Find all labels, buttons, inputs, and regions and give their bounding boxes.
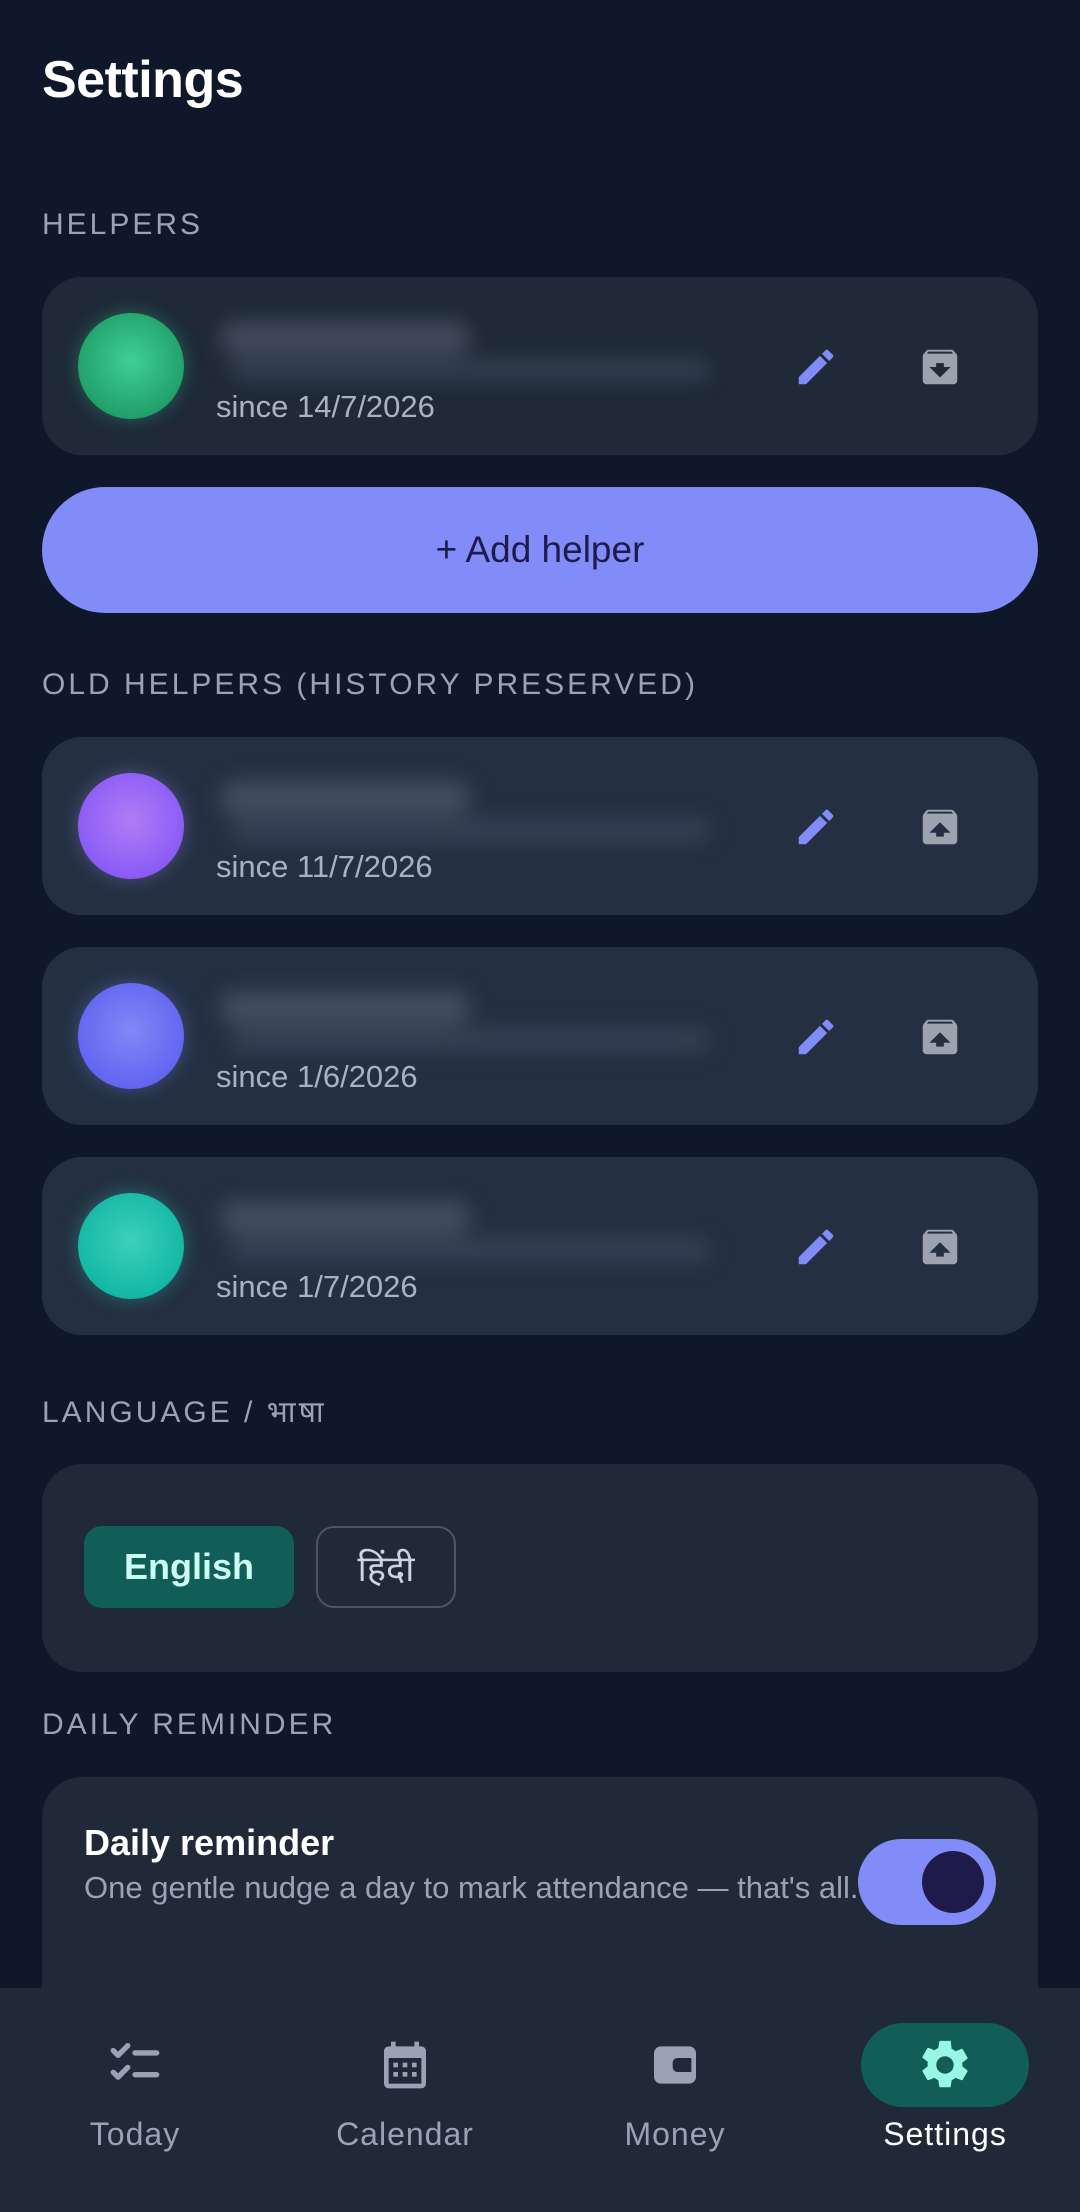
archive-icon bbox=[922, 349, 958, 385]
nav-icon-container bbox=[51, 2023, 219, 2107]
old-helper-card[interactable]: since 1/7/2026 bbox=[42, 1157, 1038, 1335]
pencil-icon bbox=[798, 1229, 834, 1265]
language-option-english[interactable]: English bbox=[84, 1526, 294, 1608]
edit-helper-button[interactable] bbox=[786, 1217, 846, 1277]
reminder-section-label: DAILY REMINDER bbox=[42, 1708, 337, 1741]
helper-since-date: since 1/7/2026 bbox=[216, 1269, 418, 1304]
helper-since-date: since 1/6/2026 bbox=[216, 1059, 418, 1094]
unarchive-helper-button[interactable] bbox=[910, 797, 970, 857]
old-helper-card[interactable]: since 11/7/2026 bbox=[42, 737, 1038, 915]
wallet-icon bbox=[654, 2046, 696, 2084]
nav-icon-container bbox=[321, 2023, 489, 2107]
toggle-knob bbox=[922, 1851, 984, 1913]
language-section-label: LANGUAGE / भाषा bbox=[42, 1396, 327, 1429]
gear-icon bbox=[922, 2040, 968, 2088]
unarchive-icon bbox=[922, 1019, 958, 1055]
calendar-icon bbox=[384, 2041, 426, 2089]
old-helper-card[interactable]: since 1/6/2026 bbox=[42, 947, 1038, 1125]
unarchive-icon bbox=[922, 809, 958, 845]
bottom-navigation: Today Calendar Money Settings bbox=[0, 1988, 1080, 2212]
unarchive-helper-button[interactable] bbox=[910, 1217, 970, 1277]
pencil-icon bbox=[798, 809, 834, 845]
unarchive-icon bbox=[922, 1229, 958, 1265]
helper-since-date: since 11/7/2026 bbox=[216, 849, 433, 884]
reminder-description: One gentle nudge a day to mark attendanc… bbox=[84, 1870, 859, 1905]
nav-item-today[interactable]: Today bbox=[0, 1988, 270, 2212]
nav-label: Today bbox=[89, 2116, 181, 2152]
edit-helper-button[interactable] bbox=[786, 797, 846, 857]
pencil-icon bbox=[798, 1019, 834, 1055]
nav-label: Settings bbox=[883, 2116, 1007, 2152]
edit-helper-button[interactable] bbox=[786, 337, 846, 397]
helper-avatar bbox=[78, 773, 184, 879]
language-option-hindi[interactable]: हिंदी bbox=[316, 1526, 456, 1608]
nav-item-calendar[interactable]: Calendar bbox=[270, 1988, 540, 2212]
language-card: English हिंदी bbox=[42, 1464, 1038, 1672]
nav-item-money[interactable]: Money bbox=[540, 1988, 810, 2212]
archive-helper-button[interactable] bbox=[910, 337, 970, 397]
helper-avatar bbox=[78, 313, 184, 419]
helper-name-redacted bbox=[210, 313, 740, 385]
helpers-section-label: HELPERS bbox=[42, 208, 204, 241]
add-helper-button[interactable]: + Add helper bbox=[42, 487, 1038, 613]
page-title: Settings bbox=[42, 51, 244, 109]
helper-avatar bbox=[78, 983, 184, 1089]
reminder-title: Daily reminder bbox=[84, 1822, 335, 1863]
nav-icon-container bbox=[591, 2023, 759, 2107]
edit-helper-button[interactable] bbox=[786, 1007, 846, 1067]
helper-since-date: since 14/7/2026 bbox=[216, 389, 435, 424]
helper-name-redacted bbox=[210, 773, 740, 845]
daily-reminder-toggle[interactable] bbox=[858, 1839, 996, 1925]
helper-card[interactable]: since 14/7/2026 bbox=[42, 277, 1038, 455]
helper-avatar bbox=[78, 1193, 184, 1299]
nav-item-settings[interactable]: Settings bbox=[810, 1988, 1080, 2212]
pencil-icon bbox=[798, 349, 834, 385]
nav-icon-container bbox=[861, 2023, 1029, 2107]
nav-label: Money bbox=[624, 2116, 726, 2152]
unarchive-helper-button[interactable] bbox=[910, 1007, 970, 1067]
nav-label: Calendar bbox=[336, 2116, 474, 2152]
helper-name-redacted bbox=[210, 983, 740, 1055]
helper-name-redacted bbox=[210, 1193, 740, 1265]
old-helpers-section-label: OLD HELPERS (HISTORY PRESERVED) bbox=[42, 668, 698, 701]
checklist-icon bbox=[110, 2043, 160, 2080]
